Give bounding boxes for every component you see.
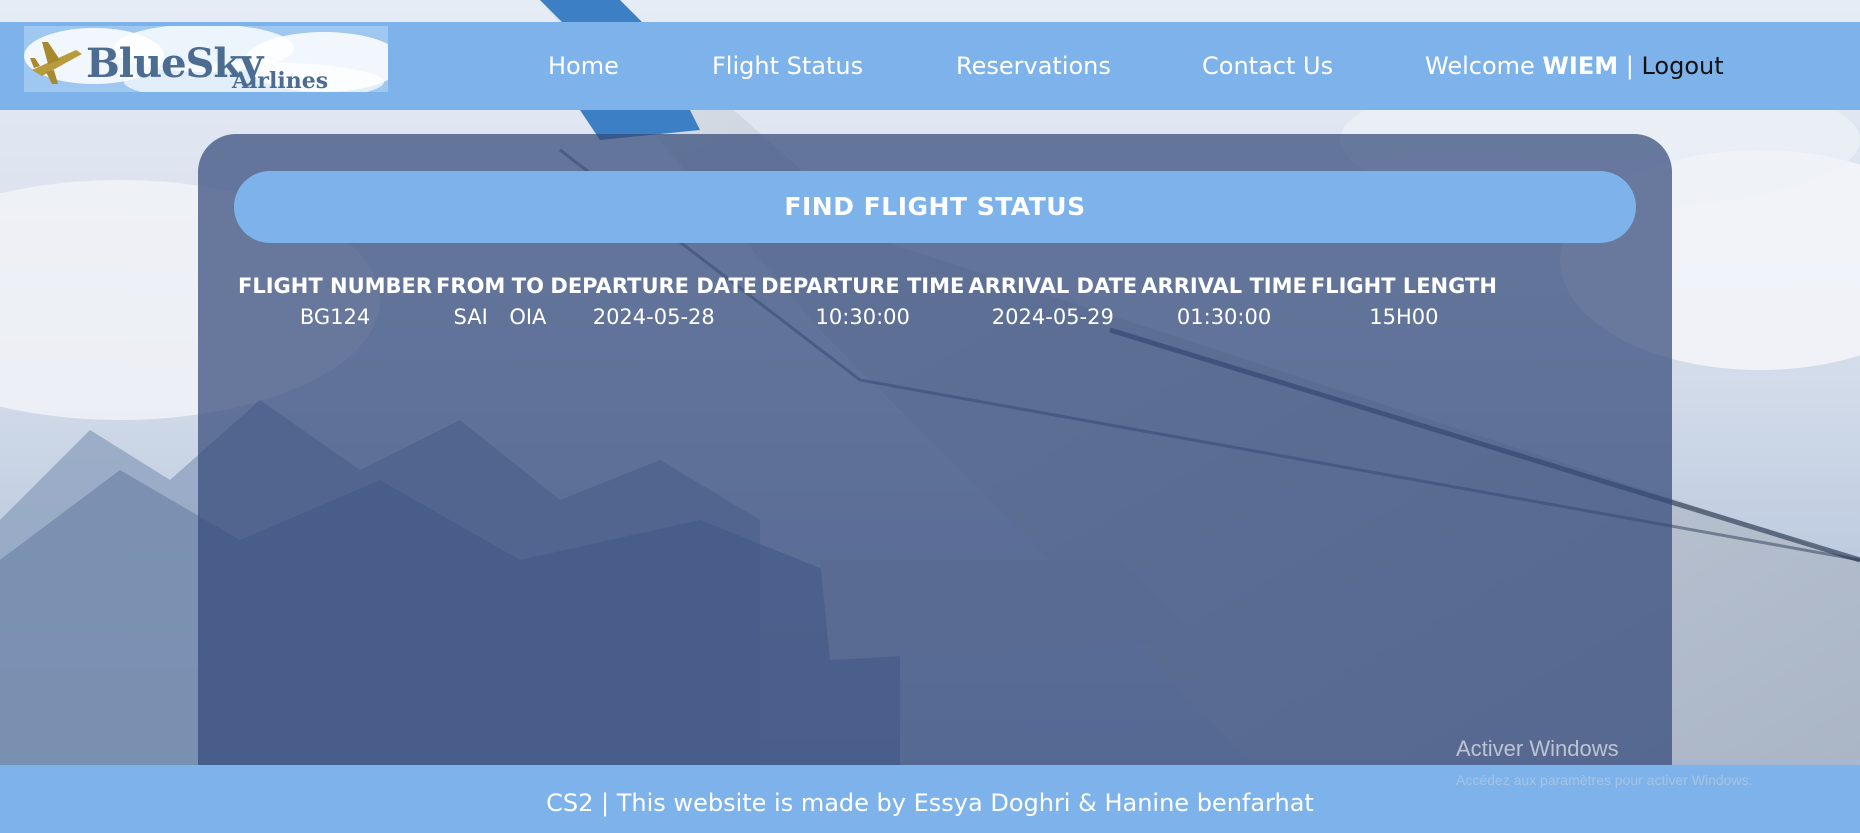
cell-flight-number: BG124	[299, 305, 371, 329]
windows-activation-watermark: Activer Windows	[1456, 736, 1619, 761]
find-flight-status-button[interactable]: FIND FLIGHT STATUS	[234, 171, 1636, 243]
column-header-flight-length: FLIGHT LENGTH	[1310, 274, 1497, 298]
table-row: BG124 SAI OIA 2024-05-28 10:30:00 2024-0…	[236, 303, 1499, 331]
cell-flight-length: 15H00	[1369, 305, 1439, 329]
column-header-arrival-time: ARRIVAL TIME	[1141, 274, 1307, 298]
cell-from: SAI	[453, 305, 488, 329]
footer-credits: CS2 | This website is made by Essya Dogh…	[546, 789, 1314, 817]
column-header-from: FROM	[436, 274, 506, 298]
top-navigation-bar: BlueSky Airlines Home Flight Status Rese…	[0, 22, 1860, 110]
flight-status-panel: FIND FLIGHT STATUS FLIGHT NUMBER FROM TO…	[198, 134, 1672, 774]
username: WIEM	[1542, 52, 1619, 80]
welcome-separator: |	[1625, 52, 1634, 80]
welcome-label: Welcome	[1425, 52, 1535, 80]
column-header-departure-date: DEPARTURE DATE	[550, 274, 758, 298]
table-header-row: FLIGHT NUMBER FROM TO DEPARTURE DATE DEP…	[236, 269, 1499, 303]
nav-reservations[interactable]: Reservations	[956, 52, 1111, 80]
column-header-flight-number: FLIGHT NUMBER	[238, 274, 433, 298]
logout-link[interactable]: Logout	[1641, 52, 1723, 80]
column-header-to: TO	[511, 274, 544, 298]
nav-contact-us[interactable]: Contact Us	[1202, 52, 1333, 80]
airplane-icon	[30, 42, 82, 84]
cell-departure-time: 10:30:00	[815, 305, 910, 329]
windows-activation-subtext: Accédez aux paramètres pour activer Wind…	[1456, 772, 1753, 788]
cell-to: OIA	[509, 305, 547, 329]
logo-subtitle: Airlines	[232, 68, 329, 94]
cell-departure-date: 2024-05-28	[592, 305, 715, 329]
cell-arrival-date: 2024-05-29	[991, 305, 1114, 329]
nav-home[interactable]: Home	[548, 52, 619, 80]
bluesky-logo[interactable]: BlueSky Airlines	[24, 26, 388, 94]
flight-status-table: FLIGHT NUMBER FROM TO DEPARTURE DATE DEP…	[236, 269, 1499, 331]
column-header-arrival-date: ARRIVAL DATE	[968, 274, 1138, 298]
user-welcome: Welcome WIEM | Logout	[1425, 52, 1724, 80]
nav-flight-status[interactable]: Flight Status	[712, 52, 863, 80]
column-header-departure-time: DEPARTURE TIME	[761, 274, 965, 298]
cell-arrival-time: 01:30:00	[1176, 305, 1272, 329]
